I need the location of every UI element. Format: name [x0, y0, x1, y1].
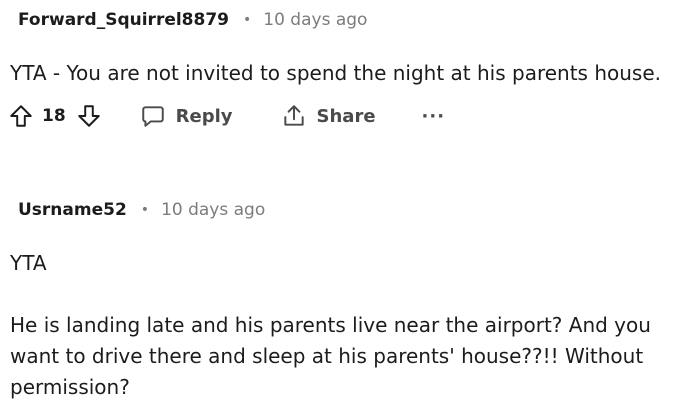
reply-button[interactable]: Reply — [140, 103, 233, 129]
share-icon — [283, 105, 304, 126]
more-icon: ··· — [421, 105, 446, 127]
meta-separator: • — [243, 12, 252, 28]
comment-meta: Usrname52 • 10 days ago — [18, 198, 265, 222]
comment-body-line: YTA — [10, 251, 47, 275]
comment-body-line: He is landing late and his parents live … — [10, 313, 651, 337]
comment-body: YTA - You are not invited to spend the n… — [10, 58, 661, 89]
share-button[interactable]: Share — [281, 103, 376, 129]
comment-paragraph: He is landing late and his parents live … — [10, 310, 651, 403]
comment-timestamp[interactable]: 10 days ago — [263, 10, 367, 30]
comment-body-line: YTA - You are not invited to spend the n… — [10, 61, 661, 85]
comment-timestamp[interactable]: 10 days ago — [161, 200, 265, 220]
downvote-button[interactable] — [76, 103, 102, 129]
meta-separator: • — [140, 202, 150, 218]
comment-body-line: permission? — [10, 375, 130, 399]
comment-meta: Forward_Squirrel8879 • 10 days ago — [18, 8, 367, 32]
share-label: Share — [316, 105, 376, 127]
comment-author[interactable]: Usrname52 — [18, 200, 127, 220]
reply-label: Reply — [175, 105, 233, 127]
vote-count: 18 — [42, 106, 66, 126]
comment-author[interactable]: Forward_Squirrel8879 — [18, 10, 229, 30]
comment-paragraph: YTA — [10, 248, 47, 279]
comment-body-line: want to drive there and sleep at his par… — [10, 344, 644, 368]
comment-actions: 18 Reply Share ··· — [8, 101, 445, 131]
downvote-icon — [77, 105, 100, 127]
upvote-icon — [10, 105, 32, 127]
upvote-button[interactable] — [8, 103, 34, 129]
reply-icon — [141, 106, 164, 127]
more-options-button[interactable]: ··· — [422, 106, 446, 127]
